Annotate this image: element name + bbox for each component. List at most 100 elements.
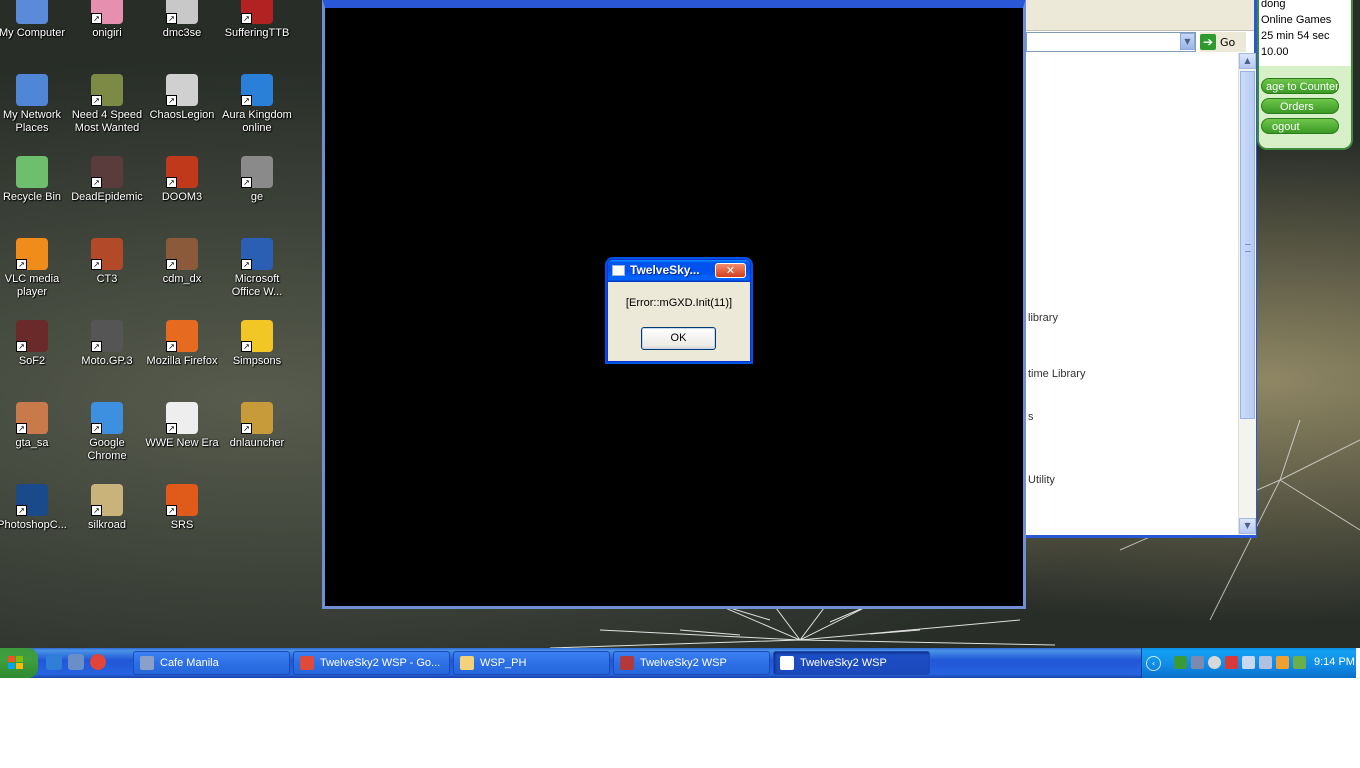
- shortcut-arrow-icon: ↗: [166, 341, 177, 352]
- desktop-icon[interactable]: ↗ Moto.GP.3: [69, 320, 145, 400]
- cafe-tray-icon[interactable]: [1293, 656, 1306, 669]
- logout-button[interactable]: ogout: [1261, 118, 1339, 134]
- desktop-icon[interactable]: ↗ silkroad: [69, 484, 145, 564]
- desktop-icon-label: gta_sa: [15, 437, 49, 449]
- address-bar[interactable]: [1026, 32, 1196, 52]
- desktop-icon[interactable]: ↗ ChaosLegion: [144, 74, 220, 154]
- folder-icon: [460, 656, 474, 670]
- gta-sa-game-icon: ↗: [16, 402, 48, 434]
- desktop-icon-label: SoF2: [18, 355, 46, 367]
- dialog-titlebar[interactable]: TwelveSky... ✕: [608, 260, 750, 282]
- shield-tray-icon[interactable]: [1225, 656, 1238, 669]
- taskbar: Cafe Manila TwelveSky2 WSP - Go... WSP_PH T…: [0, 648, 1356, 678]
- twelvesky-icon: [620, 656, 634, 670]
- desktop-icon[interactable]: ↗ Mozilla Firefox: [144, 320, 220, 400]
- shortcut-arrow-icon: ↗: [91, 423, 102, 434]
- desktop-icon[interactable]: ↗ DOOM3: [144, 156, 220, 236]
- update-tray-icon[interactable]: [1276, 656, 1289, 669]
- desktop-icon-label: Aura Kingdom online: [222, 109, 292, 134]
- system-tray: ‹ 9:14 PM: [1141, 648, 1356, 678]
- my-computer-icon: [16, 0, 48, 24]
- desktop-icon-label: Moto.GP.3: [81, 355, 133, 367]
- desktop-icon[interactable]: ↗ Need 4 Speed Most Wanted: [69, 74, 145, 154]
- chrome-icon[interactable]: [90, 654, 106, 670]
- shortcut-arrow-icon: ↗: [16, 505, 27, 516]
- dialog-title: TwelveSky...: [630, 263, 700, 277]
- address-dropdown-button[interactable]: ▼: [1180, 33, 1195, 50]
- desktop-icon-label: CT3: [96, 273, 118, 285]
- desktop-icon[interactable]: ↗ DeadEpidemic: [69, 156, 145, 236]
- ct3-game-icon: ↗: [91, 238, 123, 270]
- motogp-game-icon: ↗: [91, 320, 123, 352]
- desktop-icon-label: DOOM3: [161, 191, 203, 203]
- desktop-icon[interactable]: Recycle Bin: [0, 156, 70, 236]
- network-tray-icon[interactable]: [1174, 656, 1187, 669]
- tray-expand-icon[interactable]: ‹: [1146, 656, 1161, 671]
- desktop-icon[interactable]: ↗ SoF2: [0, 320, 70, 400]
- desktop-icon[interactable]: ↗ dmc3se: [144, 0, 220, 72]
- show-desktop-icon[interactable]: [68, 654, 84, 670]
- shortcut-arrow-icon: ↗: [91, 341, 102, 352]
- desktop-icon[interactable]: ↗ cdm_dx: [144, 238, 220, 318]
- desktop-icon[interactable]: ↗ SRS: [144, 484, 220, 564]
- taskbar-button[interactable]: Cafe Manila: [133, 651, 290, 675]
- desktop-icon[interactable]: ↗ gta_sa: [0, 402, 70, 482]
- page-text-fragment: Utility: [1028, 474, 1055, 486]
- internet-explorer-icon[interactable]: [46, 654, 62, 670]
- shortcut-arrow-icon: ↗: [241, 95, 252, 106]
- shortcut-arrow-icon: ↗: [241, 259, 252, 270]
- taskbar-button[interactable]: TwelveSky2 WSP: [613, 651, 770, 675]
- scroll-thumb[interactable]: [1240, 71, 1255, 419]
- scroll-down-button[interactable]: ▼: [1239, 518, 1256, 534]
- simpsons-game-icon: ↗: [241, 320, 273, 352]
- desktop-icon[interactable]: ↗ Aura Kingdom online: [219, 74, 295, 154]
- shortcut-arrow-icon: ↗: [241, 13, 252, 24]
- taskbar-button-label: WSP_PH: [480, 657, 527, 669]
- browser-window[interactable]: [1026, 0, 1257, 538]
- message-to-counter-button[interactable]: age to Counter: [1261, 78, 1339, 94]
- ok-button[interactable]: OK: [641, 327, 716, 350]
- silkroad-game-icon: ↗: [91, 484, 123, 516]
- taskbar-button[interactable]: TwelveSky2 WSP - Go...: [293, 651, 450, 675]
- window-icon: [780, 656, 794, 670]
- start-button[interactable]: [0, 648, 38, 678]
- desktop-icon[interactable]: ↗ WWE New Era: [144, 402, 220, 482]
- desktop-icon[interactable]: My Computer: [0, 0, 70, 72]
- messenger-tray-icon[interactable]: [1259, 656, 1272, 669]
- taskbar-button-label: TwelveSky2 WSP: [800, 657, 887, 669]
- cafe-user: dong: [1261, 0, 1286, 10]
- desktop-icon[interactable]: ↗ CT3: [69, 238, 145, 318]
- close-button[interactable]: ✕: [715, 263, 746, 278]
- desktop-icon[interactable]: ↗ Microsoft Office W...: [219, 238, 295, 318]
- desktop-icon[interactable]: ↗ Simpsons: [219, 320, 295, 400]
- monitor-tray-icon[interactable]: [1242, 656, 1255, 669]
- desktop-icon[interactable]: ↗ onigiri: [69, 0, 145, 72]
- scroll-up-button[interactable]: ▲: [1239, 53, 1256, 69]
- taskbar-button[interactable]: WSP_PH: [453, 651, 610, 675]
- desktop-icon[interactable]: ↗ ge: [219, 156, 295, 236]
- desktop-icon[interactable]: ↗ SufferingTTB: [219, 0, 295, 72]
- desktop-icon[interactable]: ↗ VLC media player: [0, 238, 70, 318]
- shortcut-arrow-icon: ↗: [16, 423, 27, 434]
- display-tray-icon[interactable]: [1191, 656, 1204, 669]
- grip-icon: [1245, 244, 1251, 252]
- desktop-icon[interactable]: ↗ Google Chrome: [69, 402, 145, 482]
- aura-kingdom-game-icon: ↗: [241, 74, 273, 106]
- cafe-station: Online Games: [1261, 14, 1332, 26]
- shortcut-arrow-icon: ↗: [166, 13, 177, 24]
- desktop-icon[interactable]: ↗ dnlauncher: [219, 402, 295, 482]
- page-text-fragment: time Library: [1028, 368, 1086, 380]
- orders-button[interactable]: Orders: [1261, 98, 1339, 114]
- go-button[interactable]: ➔ Go: [1200, 32, 1246, 52]
- desktop-icon-label: dnlauncher: [229, 437, 285, 449]
- go-arrow-icon: ➔: [1200, 34, 1216, 50]
- shortcut-arrow-icon: ↗: [166, 423, 177, 434]
- taskbar-button[interactable]: TwelveSky2 WSP: [773, 651, 930, 675]
- desktop-icon-label: Microsoft Office W...: [231, 273, 283, 298]
- window-icon: [612, 265, 625, 276]
- desktop-icon[interactable]: My Network Places: [0, 74, 70, 154]
- chrome-icon: ↗: [91, 402, 123, 434]
- desktop-icon[interactable]: ↗ PhotoshopC...: [0, 484, 70, 564]
- robot-tray-icon[interactable]: [1208, 656, 1221, 669]
- browser-scrollbar[interactable]: ▲ ▼: [1238, 53, 1256, 535]
